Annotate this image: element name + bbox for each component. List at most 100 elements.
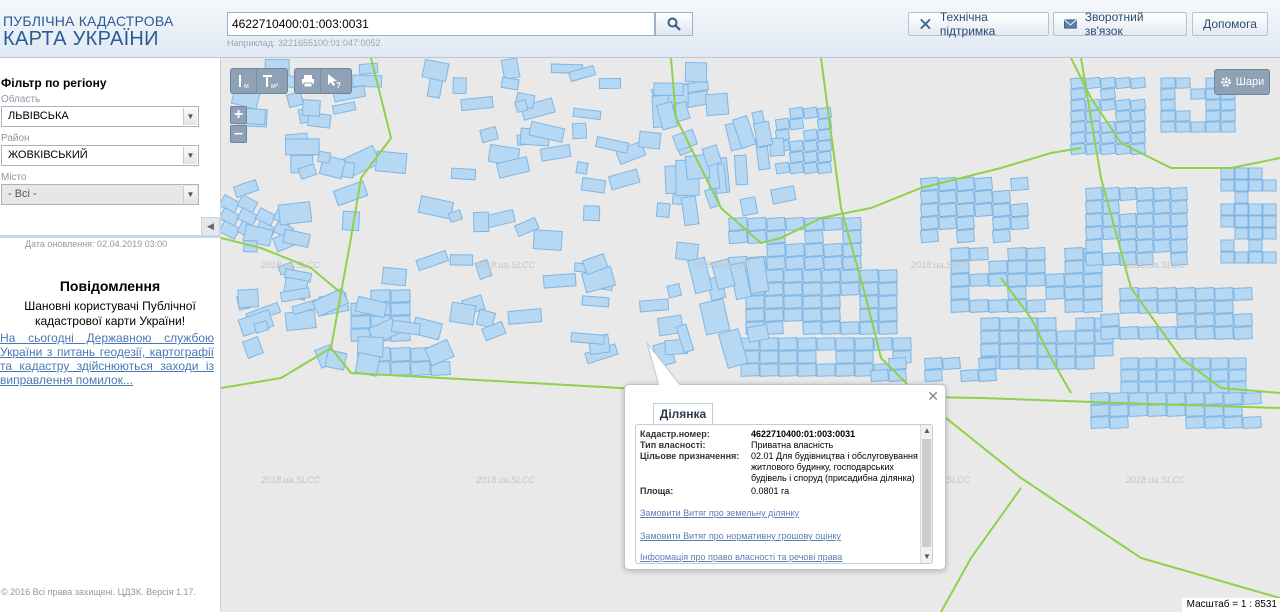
parcel[interactable] [1099,98,1117,112]
parcel[interactable] [1138,326,1158,340]
parcel[interactable] [783,282,803,296]
parcel[interactable] [1223,416,1243,429]
parcel[interactable] [764,308,784,322]
parcel[interactable] [1100,326,1120,340]
parcel[interactable] [1210,369,1229,382]
parcel[interactable] [1214,326,1234,340]
parcel[interactable] [1174,381,1193,394]
parcel[interactable] [539,143,572,162]
parcel[interactable] [802,295,822,309]
parcel[interactable] [1220,179,1235,192]
parcel[interactable] [804,242,824,258]
parcel[interactable] [835,363,855,377]
parcel[interactable] [823,242,843,258]
parcel[interactable] [1185,416,1205,429]
parcel[interactable] [410,360,431,377]
parcel[interactable] [1153,238,1171,254]
parcel[interactable] [840,282,860,296]
parcel[interactable] [452,77,467,95]
parcel[interactable] [1119,300,1139,314]
parcel[interactable] [241,336,265,359]
parcel[interactable] [955,228,976,244]
parcel[interactable] [1192,369,1211,382]
parcel[interactable] [1119,186,1137,202]
parcel[interactable] [332,180,369,207]
parcel[interactable] [816,363,836,377]
parcel[interactable] [1090,404,1110,417]
tab-parcel[interactable]: Ділянка [653,403,713,424]
parcel[interactable] [1083,286,1103,300]
parcel[interactable] [878,321,898,335]
parcel[interactable] [598,77,622,90]
parcel[interactable] [821,295,841,309]
parcel[interactable] [1007,247,1027,261]
parcel[interactable] [1234,227,1249,240]
parcel[interactable] [460,96,494,112]
parcel[interactable] [1085,225,1103,241]
zoom-in-button[interactable]: + [230,106,247,124]
parcel[interactable] [991,202,1012,218]
parcel[interactable] [1233,287,1253,301]
zoom-out-button[interactable]: – [230,125,247,143]
parcel[interactable] [1083,299,1103,313]
parcel[interactable] [802,106,819,120]
parcel[interactable] [1120,381,1139,394]
parcel[interactable] [575,161,589,175]
parcel[interactable] [1009,215,1030,231]
parcel[interactable] [1147,404,1167,417]
parcel[interactable] [1147,392,1167,405]
parcel[interactable] [1170,199,1188,215]
parcel[interactable] [1233,326,1253,340]
parcel[interactable] [484,208,516,229]
parcel[interactable] [1045,286,1065,300]
parcel[interactable] [1100,313,1120,327]
parcel[interactable] [778,350,798,364]
parcel[interactable] [415,249,450,272]
parcel[interactable] [1109,416,1129,429]
parcel[interactable] [1248,179,1263,192]
parcel[interactable] [740,363,760,377]
parcel[interactable] [950,273,970,287]
parcel[interactable] [988,299,1008,313]
parcel[interactable] [1129,120,1147,134]
parcel[interactable] [937,215,958,231]
parcel[interactable] [421,58,450,82]
parcel[interactable] [1220,215,1235,228]
parcel[interactable] [766,255,786,271]
parcel[interactable] [1018,343,1038,357]
parcel[interactable] [594,135,630,154]
parcel[interactable] [774,117,791,131]
parcel[interactable] [1069,120,1087,134]
parcel[interactable] [766,242,786,258]
parcel[interactable] [1228,369,1247,382]
parcel[interactable] [988,273,1008,287]
parcel[interactable] [417,195,455,220]
parcel[interactable] [532,229,563,251]
parcel[interactable] [1223,392,1243,405]
parcel[interactable] [1138,369,1157,382]
parcel[interactable] [607,168,641,191]
parcel[interactable] [1069,109,1087,123]
parcel[interactable] [1220,167,1235,180]
parcel[interactable] [788,139,805,153]
parcel[interactable] [1205,121,1221,133]
parcel[interactable] [1138,357,1157,370]
parcel[interactable] [1128,404,1148,417]
parcel[interactable] [1174,369,1193,382]
parcel[interactable] [1220,121,1236,133]
parcel[interactable] [821,308,841,322]
parcel[interactable] [840,321,860,335]
parcel[interactable] [1234,215,1249,228]
parcel[interactable] [684,61,708,83]
parcel[interactable] [1026,273,1046,287]
parcel[interactable] [969,247,989,261]
parcel[interactable] [1204,416,1224,429]
parcel[interactable] [816,337,836,351]
oblast-select[interactable]: ЛЬВІВСЬКА ▼ [1,106,199,127]
parcel[interactable] [1069,98,1087,112]
parcel[interactable] [1156,381,1175,394]
parcel[interactable] [390,346,411,363]
parcel[interactable] [653,82,684,96]
parcel[interactable] [1195,326,1215,340]
parcel[interactable] [980,343,1000,357]
